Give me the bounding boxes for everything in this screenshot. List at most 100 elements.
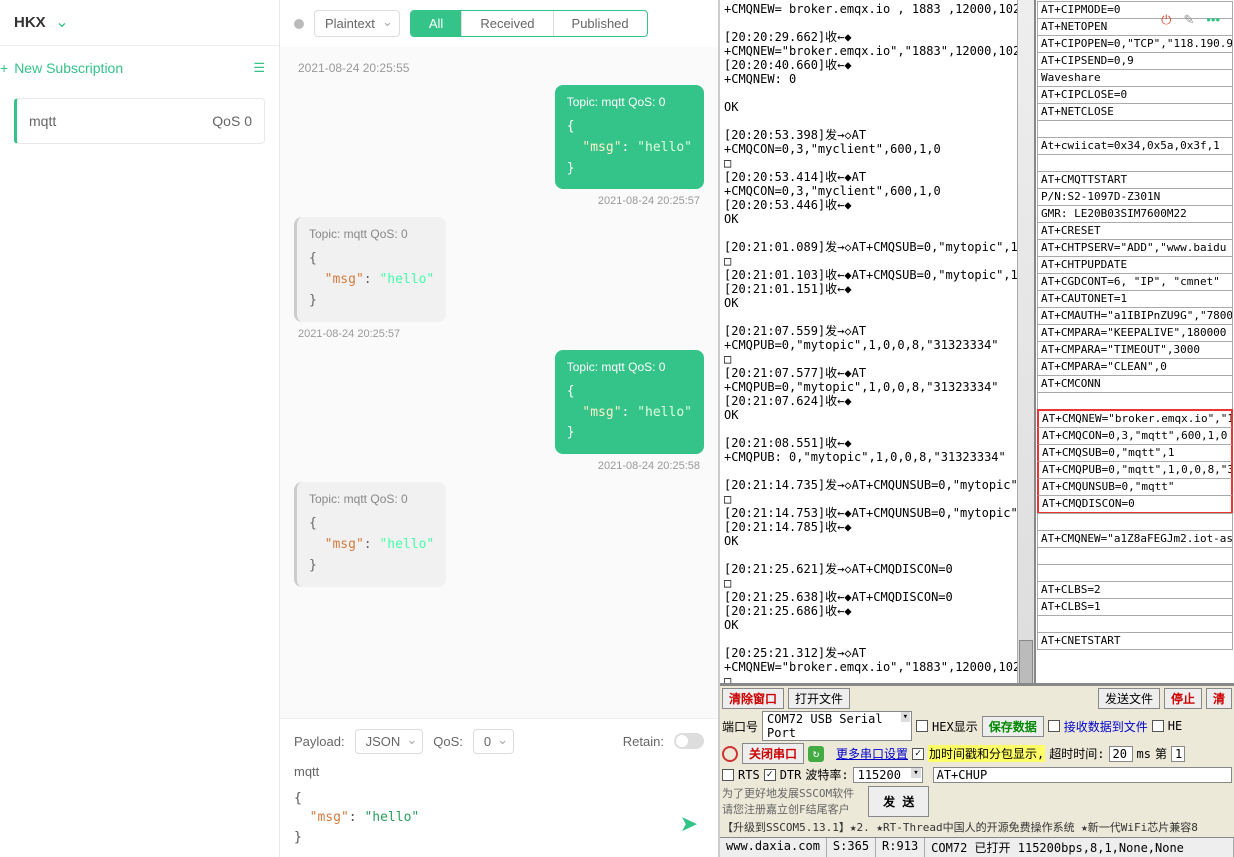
edit-icon[interactable]: ✎ bbox=[1183, 12, 1194, 28]
command-item[interactable]: GMR: LE20B03SIM7600M22 bbox=[1037, 205, 1233, 223]
presence-dot bbox=[294, 19, 304, 29]
command-item[interactable] bbox=[1037, 154, 1233, 172]
command-item[interactable]: P/N:S2-1097D-Z301N bbox=[1037, 188, 1233, 206]
status-sent: S:365 bbox=[827, 838, 876, 857]
command-item[interactable] bbox=[1037, 120, 1233, 138]
stop-button[interactable]: 停止 bbox=[1164, 688, 1202, 709]
more-icon[interactable]: ••• bbox=[1206, 12, 1220, 28]
tab-all[interactable]: All bbox=[411, 11, 462, 36]
command-item[interactable] bbox=[1037, 564, 1233, 582]
line-input[interactable]: 1 bbox=[1171, 746, 1185, 762]
command-item[interactable]: AT+CAUTONET=1 bbox=[1037, 290, 1233, 308]
command-item[interactable]: AT+CHTPUPDATE bbox=[1037, 256, 1233, 274]
serial-tool-panel: +CMQNEW= broker.emqx.io , 1883 ,12000,10… bbox=[720, 0, 1234, 857]
open-file-button[interactable]: 打开文件 bbox=[788, 688, 850, 709]
message-bubble: Topic: mqtt QoS: 0{ "msg": "hello"} bbox=[294, 482, 446, 586]
command-item[interactable]: AT+CMQTTSTART bbox=[1037, 171, 1233, 189]
filter-icon[interactable]: ☰ bbox=[253, 60, 265, 76]
send-button[interactable]: 发 送 bbox=[868, 786, 929, 817]
hex-checkbox[interactable] bbox=[1152, 720, 1164, 732]
new-subscription-button[interactable]: + New Subscription bbox=[0, 60, 123, 76]
clear-button[interactable]: 清 bbox=[1206, 688, 1232, 709]
payload-label: Payload: bbox=[294, 734, 345, 749]
command-item[interactable]: AT+CLBS=2 bbox=[1037, 581, 1233, 599]
command-input[interactable]: AT+CHUP bbox=[933, 767, 1232, 783]
command-item[interactable]: AT+CMPARA="KEEPALIVE",180000 bbox=[1037, 324, 1233, 342]
subscription-item[interactable]: mqtt QoS 0 bbox=[14, 98, 265, 144]
command-item[interactable]: AT+CGDCONT=6, "IP", "cmnet" bbox=[1037, 273, 1233, 291]
command-item[interactable]: AT+CMPARA="CLEAN",0 bbox=[1037, 358, 1233, 376]
command-item-highlighted[interactable]: AT+CMQDISCON=0 bbox=[1037, 495, 1233, 514]
dtr-checkbox[interactable] bbox=[764, 769, 776, 781]
payload-format-select[interactable]: JSON bbox=[355, 729, 424, 754]
promo-text: 【升级到SSCOM5.13.1】★2. ★RT-Thread中国人的开源免费操作… bbox=[722, 819, 1198, 835]
command-item[interactable] bbox=[1037, 392, 1233, 410]
command-item[interactable] bbox=[1037, 513, 1233, 531]
send-icon[interactable]: ➤ bbox=[680, 811, 698, 837]
command-item-highlighted[interactable]: AT+CMQPUB=0,"mqtt",1,0,0,8,"3 bbox=[1037, 461, 1233, 479]
message-list[interactable]: 2021-08-24 20:25:55 Topic: mqtt QoS: 0{ "… bbox=[280, 47, 718, 718]
save-data-button[interactable]: 保存数据 bbox=[982, 716, 1044, 737]
command-item[interactable]: AT+CMCONN bbox=[1037, 375, 1233, 393]
plus-icon: + bbox=[0, 60, 8, 76]
command-item[interactable] bbox=[1037, 615, 1233, 633]
command-item[interactable]: AT+CIPSEND=0,9 bbox=[1037, 52, 1233, 70]
status-url: www.daxia.com bbox=[720, 838, 827, 857]
main-panel: Plaintext All Received Published 2021-08… bbox=[280, 0, 718, 857]
command-item[interactable]: AT+CIPCLOSE=0 bbox=[1037, 86, 1233, 104]
scrollbar-thumb[interactable] bbox=[1019, 640, 1033, 683]
status-recv: R:913 bbox=[876, 838, 925, 857]
hex-show-checkbox[interactable] bbox=[916, 720, 928, 732]
subscription-qos: QoS 0 bbox=[212, 113, 252, 129]
command-item-highlighted[interactable]: AT+CMQNEW="broker.emqx.io","1 bbox=[1037, 409, 1233, 428]
command-item[interactable]: AT+CLBS=1 bbox=[1037, 598, 1233, 616]
close-port-button[interactable]: 关闭串口 bbox=[742, 743, 804, 764]
command-item[interactable]: AT+CIPOPEN=0,"TCP","118.190.9 bbox=[1037, 35, 1233, 53]
payload-type-select[interactable]: Plaintext bbox=[314, 10, 400, 37]
command-item[interactable] bbox=[1037, 547, 1233, 565]
refresh-icon[interactable]: ↻ bbox=[808, 746, 824, 762]
sidebar: HKX ⌄ ⏻ ✎ ••• + New Subscription ☰ mqtt … bbox=[0, 0, 280, 857]
power-icon[interactable]: ⏻ bbox=[1161, 12, 1171, 28]
rts-checkbox[interactable] bbox=[722, 769, 734, 781]
command-item-highlighted[interactable]: AT+CMQUNSUB=0,"mqtt" bbox=[1037, 478, 1233, 496]
command-item[interactable]: AT+NETCLOSE bbox=[1037, 103, 1233, 121]
composer-body-input[interactable]: { "msg": "hello"} bbox=[294, 789, 704, 848]
connection-title: HKX ⌄ bbox=[14, 12, 69, 32]
message-bubble: Topic: mqtt QoS: 0{ "msg": "hello"} bbox=[294, 217, 446, 321]
command-item[interactable]: AT+CNETSTART bbox=[1037, 632, 1233, 650]
message-timestamp: 2021-08-24 20:25:57 bbox=[298, 195, 700, 207]
command-item[interactable]: AT+CMQNEW="a1Z8aFEGJm2.iot-as bbox=[1037, 530, 1233, 548]
chevron-down-icon[interactable]: ⌄ bbox=[55, 14, 68, 31]
tab-published[interactable]: Published bbox=[554, 11, 647, 36]
command-item[interactable]: AT+CHTPSERV="ADD","www.baidu bbox=[1037, 239, 1233, 257]
terminal-output[interactable]: +CMQNEW= broker.emqx.io , 1883 ,12000,10… bbox=[720, 0, 1034, 683]
command-list[interactable]: AT+CIPMODE=0AT+NETOPENAT+CIPOPEN=0,"TCP"… bbox=[1034, 0, 1234, 683]
recv-to-file-checkbox[interactable] bbox=[1048, 720, 1060, 732]
command-item[interactable]: AT+CRESET bbox=[1037, 222, 1233, 240]
command-item[interactable]: At+cwiicat=0x34,0x5a,0x3f,1 bbox=[1037, 137, 1233, 155]
composer-topic-input[interactable]: mqtt bbox=[294, 764, 704, 779]
port-select[interactable]: COM72 USB Serial Port bbox=[762, 711, 912, 741]
tab-received[interactable]: Received bbox=[462, 11, 553, 36]
timestamp: 2021-08-24 20:25:55 bbox=[298, 61, 700, 75]
command-item-highlighted[interactable]: AT+CMQCON=0,3,"mqtt",600,1,0 bbox=[1037, 427, 1233, 445]
status-bar: www.daxia.com S:365 R:913 COM72 已打开 1152… bbox=[720, 837, 1234, 857]
clear-window-button[interactable]: 清除窗口 bbox=[722, 688, 784, 709]
timestamp-checkbox[interactable] bbox=[912, 748, 924, 760]
more-settings-link[interactable]: 更多串口设置 bbox=[836, 745, 908, 762]
composer: Payload: JSON QoS: 0 Retain: mqtt { "msg… bbox=[280, 718, 718, 857]
qos-select[interactable]: 0 bbox=[473, 729, 514, 754]
message-timestamp: 2021-08-24 20:25:57 bbox=[298, 328, 700, 340]
message-bubble: Topic: mqtt QoS: 0{ "msg": "hello"} bbox=[555, 350, 704, 454]
command-item[interactable]: Waveshare bbox=[1037, 69, 1233, 87]
port-status-icon[interactable] bbox=[722, 746, 738, 762]
message-tabs: All Received Published bbox=[410, 10, 648, 37]
timeout-input[interactable]: 20 bbox=[1109, 746, 1133, 762]
retain-toggle[interactable] bbox=[674, 733, 704, 749]
command-item[interactable]: AT+CMAUTH="a1IBIPnZU9G","7800 bbox=[1037, 307, 1233, 325]
send-file-button[interactable]: 发送文件 bbox=[1098, 688, 1160, 709]
baud-select[interactable]: 115200 bbox=[853, 767, 923, 783]
command-item[interactable]: AT+CMPARA="TIMEOUT",3000 bbox=[1037, 341, 1233, 359]
command-item-highlighted[interactable]: AT+CMQSUB=0,"mqtt",1 bbox=[1037, 444, 1233, 462]
